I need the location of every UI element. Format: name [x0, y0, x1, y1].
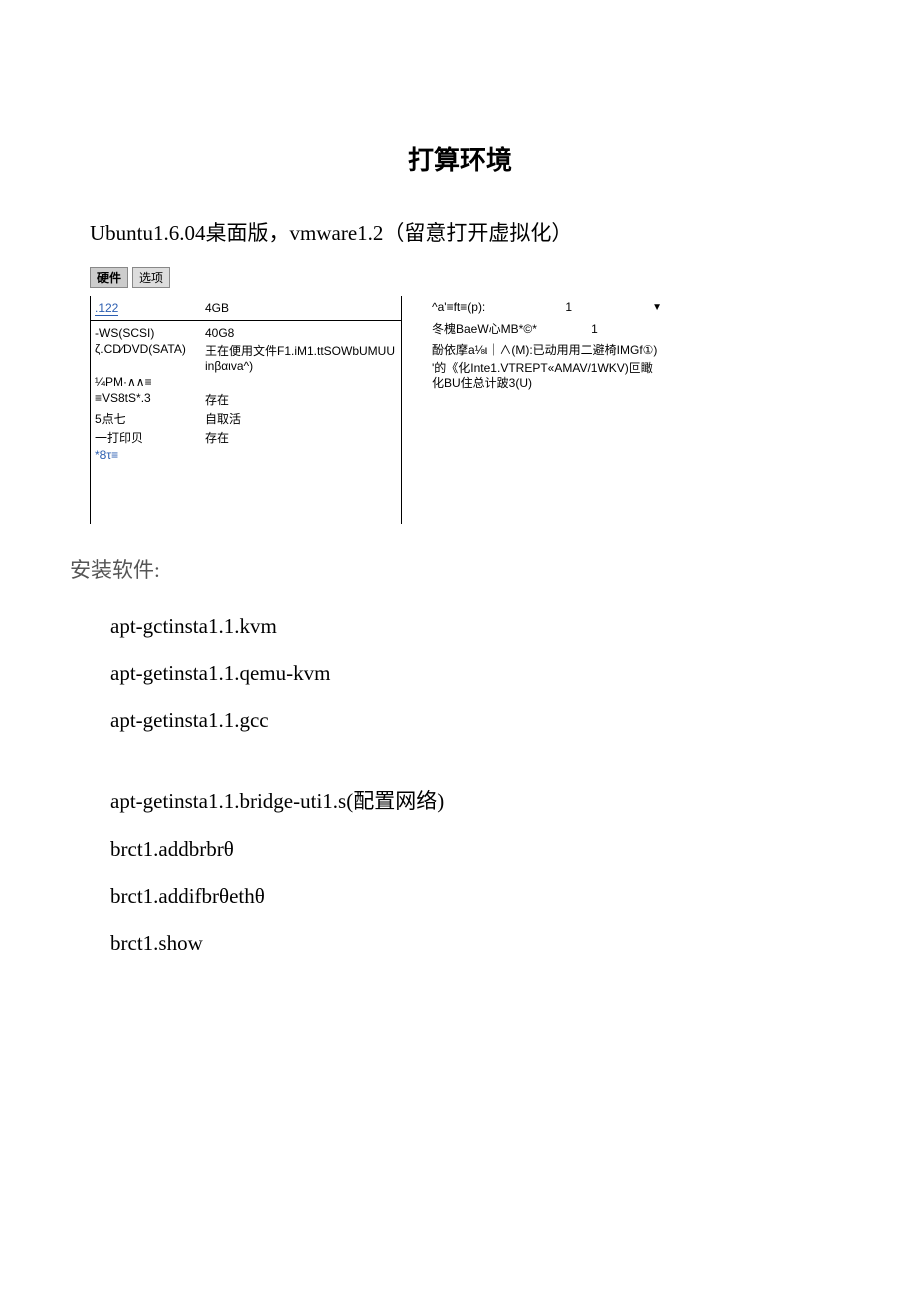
- hardware-row[interactable]: ¼PM·∧∧≡: [91, 374, 401, 390]
- command-line: brct1.addbrbrθ: [110, 837, 840, 862]
- hw-label: ≡VS8tS*.3: [95, 391, 205, 408]
- cores-row: 冬槐BaeW心MB*©* 1: [432, 320, 662, 337]
- vm-settings-panel: 硬件 选项 .122 4GB -WS(SCSI) 40G8 ζ.CD∕DVD(S…: [90, 267, 840, 524]
- hw-label: 5点七: [95, 410, 205, 427]
- hardware-row-memory[interactable]: .122 4GB: [91, 300, 401, 316]
- processors-label: ^a'≡ft≡(p):: [432, 300, 485, 314]
- processors-value: 1: [565, 300, 572, 314]
- hw-label: 一打印贝: [95, 429, 205, 446]
- hw-value: 王在便用文件F1.iM1.ttSOWbUMUUinβαιva^): [205, 342, 397, 373]
- hw-label: -WS(SCSI): [95, 326, 205, 340]
- tab-hardware[interactable]: 硬件: [90, 267, 128, 288]
- hardware-row[interactable]: -WS(SCSI) 40G8: [91, 325, 401, 341]
- hw-value: 存在: [205, 429, 397, 446]
- command-line: apt-gctinsta1.1.kvm: [110, 614, 840, 639]
- hardware-row[interactable]: ζ.CD∕DVD(SATA) 王在便用文件F1.iM1.ttSOWbUMUUin…: [91, 341, 401, 374]
- hw-value: 自取活: [205, 410, 397, 427]
- command-line: brct1.addifbrθethθ: [110, 884, 840, 909]
- hardware-row[interactable]: ≡VS8tS*.3 存在: [91, 390, 401, 409]
- hw-value: 40G8: [205, 326, 397, 340]
- chevron-down-icon[interactable]: ▼: [652, 302, 662, 313]
- tab-bar: 硬件 选项: [90, 267, 840, 288]
- hardware-row[interactable]: 5点七 自取活: [91, 409, 401, 428]
- cores-value: 1: [591, 322, 598, 336]
- virtualization-option-1: 酚依摩a⅛ι｜∧(M):已动用用二避椅IMGf①): [432, 343, 662, 359]
- cores-label: 冬槐BaeW心MB*©*: [432, 320, 537, 337]
- subtitle: Ubuntu1.6.04桌面版，vmware1.2（留意打开虚拟化）: [90, 217, 840, 247]
- virtualization-option-2: '的《化Inte1.VTREPT«AMAV/1WKV)叵瞰化BU住总计跛3(U): [432, 361, 662, 392]
- divider: [91, 320, 401, 321]
- hw-label: .122: [95, 301, 205, 315]
- command-line: apt-getinsta1.1.qemu-kvm: [110, 661, 840, 686]
- hardware-row[interactable]: *8τ≡: [91, 447, 401, 463]
- hardware-list: .122 4GB -WS(SCSI) 40G8 ζ.CD∕DVD(SATA) 王…: [90, 296, 402, 524]
- hw-label: *8τ≡: [95, 448, 205, 462]
- command-line: brct1.show: [110, 931, 840, 956]
- hw-value: 存在: [205, 391, 397, 408]
- hw-value: [205, 375, 397, 389]
- processors-row: ^a'≡ft≡(p): 1 ▼: [432, 300, 662, 314]
- hw-value: [205, 448, 397, 462]
- hardware-row[interactable]: 一打印贝 存在: [91, 428, 401, 447]
- processor-settings: ^a'≡ft≡(p): 1 ▼ 冬槐BaeW心MB*©* 1 酚依摩a⅛ι｜∧(…: [432, 296, 662, 524]
- command-line: apt-getinsta1.1.gcc: [110, 708, 840, 733]
- hw-label: ζ.CD∕DVD(SATA): [95, 342, 205, 373]
- command-line: apt-getinsta1.1.bridge-uti1.s(配置网络): [110, 785, 840, 815]
- tab-options[interactable]: 选项: [132, 267, 170, 288]
- install-software-label: 安装软件:: [70, 554, 840, 584]
- hw-label: ¼PM·∧∧≡: [95, 375, 205, 389]
- page-title: 打算环境: [80, 140, 840, 177]
- hw-value: 4GB: [205, 301, 397, 315]
